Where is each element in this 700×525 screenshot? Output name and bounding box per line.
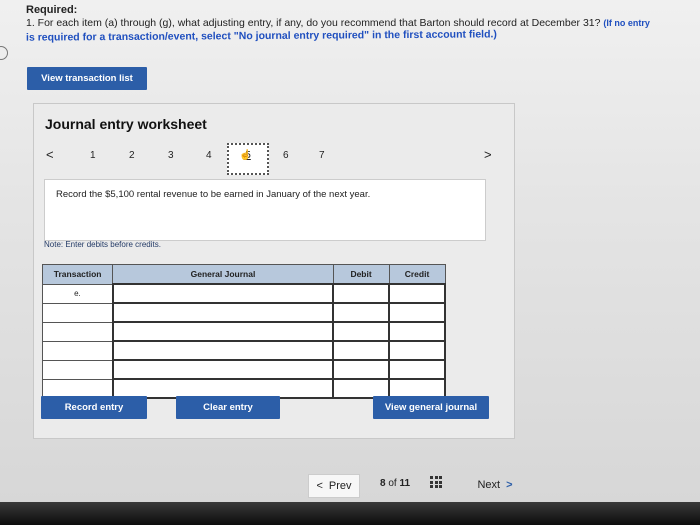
transaction-description-box: Record the $5,100 rental revenue to be e… (44, 179, 486, 241)
table-row (41, 359, 446, 380)
view-general-journal-button[interactable]: View general journal (373, 396, 489, 419)
credit-field[interactable] (388, 283, 446, 304)
clear-entry-button[interactable]: Clear entry (176, 396, 280, 419)
next-label: Next (477, 479, 501, 491)
debit-field[interactable] (332, 302, 390, 323)
chevron-left-icon: < (316, 480, 323, 492)
pager-page-3[interactable]: 3 (168, 150, 174, 161)
col-credit: Credit (388, 264, 446, 285)
col-debit: Debit (332, 264, 390, 285)
table-row (41, 321, 446, 342)
pager-page-6[interactable]: 6 (283, 150, 289, 161)
col-general-journal: General Journal (112, 264, 334, 285)
question-text: 1. For each item (a) through (g), what a… (26, 17, 650, 29)
credit-field[interactable] (388, 359, 446, 380)
transaction-cell: e. (41, 283, 114, 304)
prev-label: Prev (328, 480, 352, 492)
worksheet-pager: < 1 2 3 4 5 ☝ 6 7 > (34, 143, 514, 175)
required-label: Required: (26, 4, 78, 16)
table-row (41, 340, 446, 361)
debit-field[interactable] (332, 359, 390, 380)
journal-entry-worksheet: Journal entry worksheet < 1 2 3 4 5 ☝ 6 … (33, 103, 515, 439)
page-total: 11 (399, 478, 411, 489)
table-row (41, 302, 446, 323)
transaction-cell (41, 321, 114, 342)
account-field[interactable] (111, 340, 335, 361)
screen-bezel (0, 502, 700, 525)
account-field[interactable] (111, 283, 335, 304)
pager-next-arrow[interactable]: > (484, 147, 492, 162)
page-indicator: 8 of 11 (380, 478, 410, 489)
question-main: 1. For each item (a) through (g), what a… (26, 17, 601, 29)
table-row: e. (41, 283, 446, 304)
grid-icon[interactable] (430, 476, 442, 488)
transaction-cell (41, 359, 114, 380)
debit-credit-note: Note: Enter debits before credits. (44, 240, 161, 249)
account-field[interactable] (111, 302, 335, 323)
pager-page-1[interactable]: 1 (90, 150, 96, 161)
debit-field[interactable] (332, 321, 390, 342)
page-of: of (388, 478, 397, 489)
debit-field[interactable] (332, 283, 390, 304)
transaction-cell (41, 302, 114, 323)
chevron-right-icon: > (506, 479, 513, 491)
debit-field[interactable] (332, 340, 390, 361)
page-current: 8 (380, 478, 386, 489)
pager-page-7[interactable]: 7 (319, 150, 325, 161)
next-button[interactable]: Next > (466, 474, 524, 496)
hand-pointer-icon: ☝ (239, 150, 252, 161)
col-transaction: Transaction (41, 264, 114, 285)
worksheet-title: Journal entry worksheet (45, 116, 207, 132)
prev-button[interactable]: < Prev (308, 474, 360, 498)
pager-page-2[interactable]: 2 (129, 150, 135, 161)
view-transaction-list-button[interactable]: View transaction list (27, 67, 147, 90)
record-entry-button[interactable]: Record entry (41, 396, 147, 419)
account-field[interactable] (111, 321, 335, 342)
credit-field[interactable] (388, 321, 446, 342)
pager-prev-arrow[interactable]: < (46, 147, 54, 162)
transaction-description: Record the $5,100 rental revenue to be e… (56, 189, 371, 200)
transaction-cell (41, 340, 114, 361)
question-note: (If no entry (603, 18, 650, 28)
account-field[interactable] (111, 359, 335, 380)
journal-table: Transaction General Journal Debit Credit… (41, 264, 446, 399)
pager-page-4[interactable]: 4 (206, 150, 212, 161)
credit-field[interactable] (388, 302, 446, 323)
credit-field[interactable] (388, 340, 446, 361)
